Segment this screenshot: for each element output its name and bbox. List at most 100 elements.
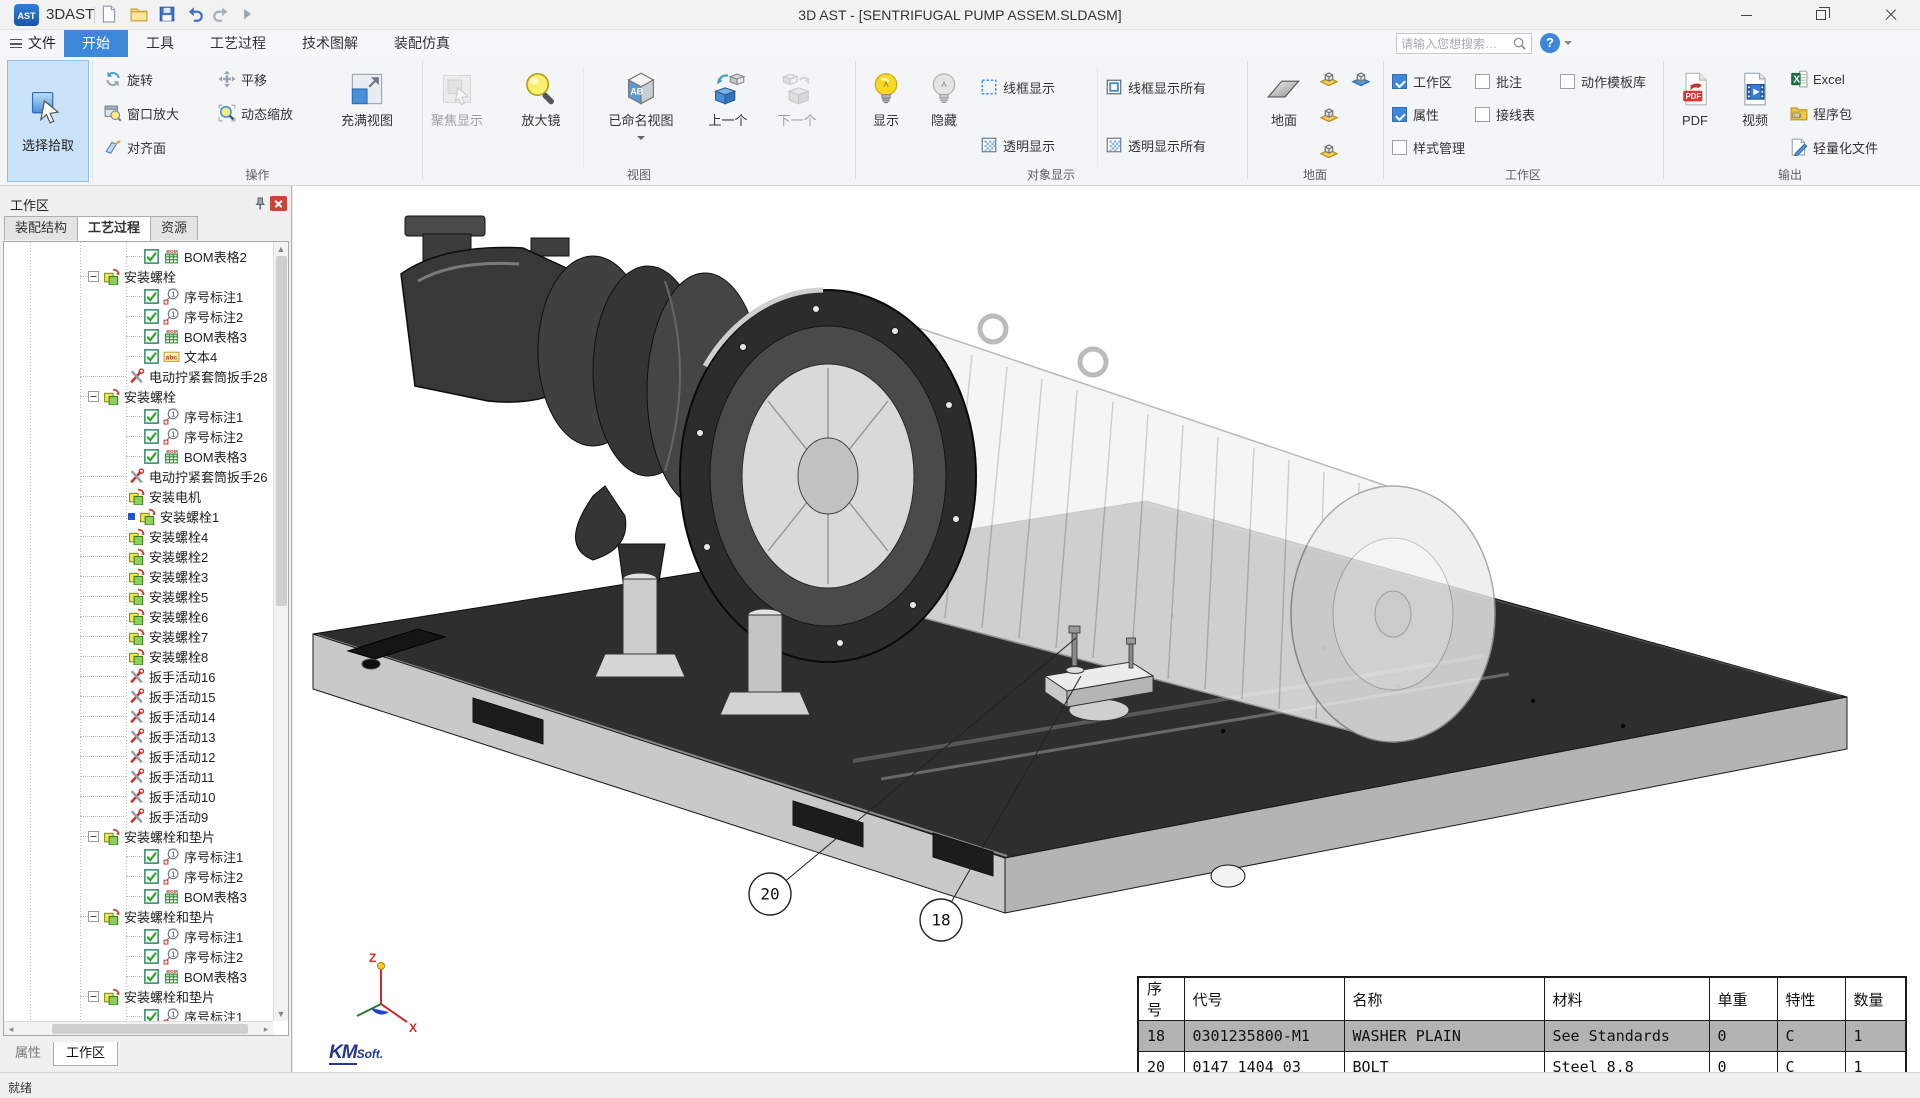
tree-item[interactable]: 安装螺栓3 <box>4 566 272 586</box>
tree-horizontal-scrollbar[interactable]: ◂ ▸ <box>4 1021 273 1035</box>
scrollbar-thumb[interactable] <box>52 1024 248 1034</box>
checkbox-动作模板库[interactable]: 动作模板库 <box>1560 71 1646 91</box>
menu-tab-开始[interactable]: 开始 <box>64 30 128 57</box>
focus-display-button[interactable]: 聚焦显示 <box>416 63 498 165</box>
checkbox-icon[interactable] <box>144 429 159 444</box>
tree-item[interactable]: 安装螺栓 <box>4 266 272 286</box>
tree-item[interactable]: 安装螺栓5 <box>4 586 272 606</box>
tree-item[interactable]: 电动拧紧套筒扳手28 <box>4 366 272 386</box>
checkbox-接线表[interactable]: 接线表 <box>1475 104 1535 124</box>
tree-item[interactable]: 扳手活动13 <box>4 726 272 746</box>
ground-style-1-button[interactable] <box>1316 65 1342 91</box>
ground-style-3-button[interactable] <box>1316 101 1342 127</box>
tree-vertical-scrollbar[interactable]: ▲ ▼ <box>273 242 288 1021</box>
tree-item[interactable]: 序号标注2 <box>4 306 272 326</box>
export-video-button[interactable]: 视频 <box>1728 63 1782 165</box>
minimize-button[interactable] <box>1723 0 1769 30</box>
tree-item[interactable]: BOM表格3 <box>4 886 272 906</box>
checkbox-icon[interactable] <box>1475 107 1490 122</box>
bottom-tab-工作区[interactable]: 工作区 <box>53 1042 118 1066</box>
next-view-button[interactable]: 下一个 <box>766 63 828 165</box>
checkbox-icon[interactable] <box>144 329 159 344</box>
previous-view-button[interactable]: 上一个 <box>696 63 760 165</box>
window-zoom-button[interactable]: 窗口放大 <box>104 99 179 127</box>
tree-item[interactable]: 文本4 <box>4 346 272 366</box>
tree-item[interactable]: 安装螺栓1 <box>4 506 272 526</box>
tree-item[interactable]: 扳手活动9 <box>4 806 272 826</box>
dynamic-zoom-button[interactable]: 动态缩放 <box>218 99 293 127</box>
tree-item[interactable]: 序号标注1 <box>4 286 272 306</box>
checkbox-icon[interactable] <box>144 349 159 364</box>
tree-item[interactable]: 序号标注2 <box>4 866 272 886</box>
checkbox-icon[interactable] <box>144 929 159 944</box>
checkbox-icon[interactable] <box>1392 107 1407 122</box>
ground-button[interactable]: 地面 <box>1253 63 1315 165</box>
search-input[interactable]: 请输入您想搜索… <box>1396 33 1532 54</box>
ground-style-2-button[interactable] <box>1348 65 1374 91</box>
checkbox-icon[interactable] <box>144 869 159 884</box>
bom-row[interactable]: 200147 1404 03BOLTSteel 8.80C1 <box>1138 1052 1906 1073</box>
bom-row[interactable]: 180301235800-M1WASHER PLAINSee Standards… <box>1138 1021 1906 1052</box>
tree-item[interactable]: 序号标注1 <box>4 926 272 946</box>
wireframe-display-button[interactable]: 线框显示 <box>980 73 1055 101</box>
tree-item[interactable]: 扳手活动15 <box>4 686 272 706</box>
expand-toggle-icon[interactable] <box>88 911 99 922</box>
help-button[interactable]: ? <box>1540 33 1560 53</box>
tree-item[interactable]: 序号标注2 <box>4 946 272 966</box>
tree-item[interactable]: BOM表格3 <box>4 326 272 346</box>
help-dropdown-icon[interactable] <box>1564 41 1572 49</box>
panel-tab-资源[interactable]: 资源 <box>150 216 198 240</box>
export-lightweight-button[interactable]: 轻量化文件 <box>1790 133 1878 161</box>
checkbox-icon[interactable] <box>144 949 159 964</box>
rotate-button[interactable]: 旋转 <box>104 65 153 93</box>
tree-item[interactable]: 安装电机 <box>4 486 272 506</box>
tree-item[interactable]: 序号标注2 <box>4 426 272 446</box>
tree-item[interactable]: 扳手活动12 <box>4 746 272 766</box>
expand-toggle-icon[interactable] <box>88 831 99 842</box>
checkbox-属性[interactable]: 属性 <box>1392 104 1439 124</box>
tree-item[interactable]: 安装螺栓2 <box>4 546 272 566</box>
menu-tab-工具[interactable]: 工具 <box>128 30 192 57</box>
tree-item[interactable]: 扳手活动11 <box>4 766 272 786</box>
checkbox-icon[interactable] <box>1560 74 1575 89</box>
export-excel-button[interactable]: Excel <box>1790 65 1845 93</box>
tree-item[interactable]: 安装螺栓8 <box>4 646 272 666</box>
expand-toggle-icon[interactable] <box>88 271 99 282</box>
viewport-3d[interactable]: 2018 Z X <box>293 186 1920 1072</box>
close-button[interactable] <box>1868 0 1914 30</box>
tree-item[interactable]: 安装螺栓和垫片 <box>4 826 272 846</box>
tree-item[interactable]: 安装螺栓6 <box>4 606 272 626</box>
bottom-tab-属性[interactable]: 属性 <box>3 1042 53 1066</box>
restore-button[interactable] <box>1798 0 1844 30</box>
checkbox-icon[interactable] <box>144 969 159 984</box>
transparent-all-button[interactable]: 透明显示所有 <box>1105 131 1206 159</box>
menu-tab-技术图解[interactable]: 技术图解 <box>284 30 376 57</box>
checkbox-icon[interactable] <box>144 449 159 464</box>
checkbox-icon[interactable] <box>1475 74 1490 89</box>
checkbox-工作区[interactable]: 工作区 <box>1392 71 1452 91</box>
panel-close-button[interactable] <box>270 196 287 211</box>
tree-item[interactable]: 序号标注1 <box>4 406 272 426</box>
tree-item[interactable]: BOM表格3 <box>4 966 272 986</box>
checkbox-icon[interactable] <box>144 889 159 904</box>
menu-tab-装配仿真[interactable]: 装配仿真 <box>376 30 468 57</box>
tree-item[interactable]: 扳手活动10 <box>4 786 272 806</box>
checkbox-icon[interactable] <box>1392 140 1407 155</box>
panel-tab-工艺过程[interactable]: 工艺过程 <box>77 216 151 241</box>
tree-item[interactable]: 扳手活动16 <box>4 666 272 686</box>
select-pick-button[interactable]: 选择拾取 <box>7 60 89 182</box>
tree-item[interactable]: BOM表格2 <box>4 246 272 266</box>
panel-tab-装配结构[interactable]: 装配结构 <box>4 216 78 240</box>
wireframe-all-button[interactable]: 线框显示所有 <box>1105 73 1206 101</box>
ground-style-4-button[interactable] <box>1316 137 1342 163</box>
named-view-button[interactable]: 已命名视图 <box>594 63 688 165</box>
checkbox-icon[interactable] <box>144 409 159 424</box>
tree-item[interactable]: 安装螺栓和垫片 <box>4 986 272 1006</box>
checkbox-批注[interactable]: 批注 <box>1475 71 1522 91</box>
tree-item[interactable]: 安装螺栓4 <box>4 526 272 546</box>
tree-item[interactable]: 安装螺栓7 <box>4 626 272 646</box>
checkbox-icon[interactable] <box>144 289 159 304</box>
tree-item[interactable]: 序号标注1 <box>4 846 272 866</box>
tree-item[interactable]: 电动拧紧套筒扳手26 <box>4 466 272 486</box>
hide-button[interactable]: 隐藏 <box>918 63 970 165</box>
